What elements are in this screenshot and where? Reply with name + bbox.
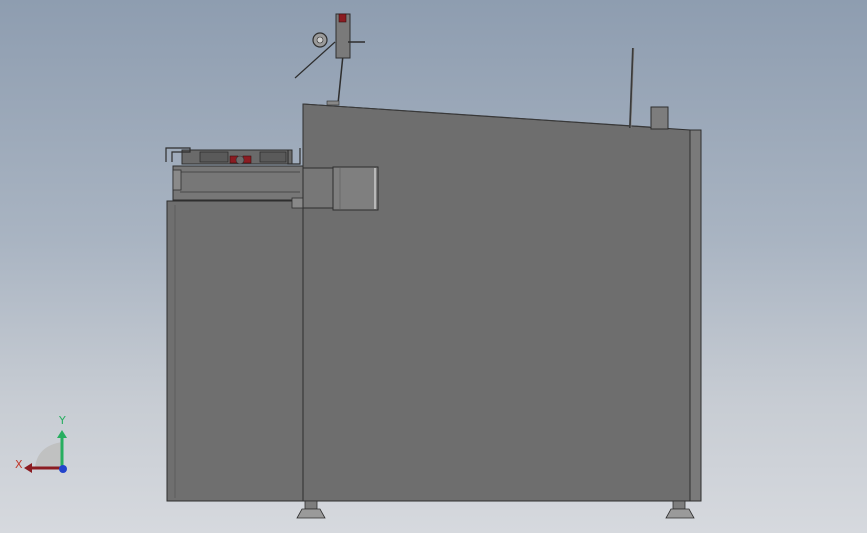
conveyor-module	[165, 147, 305, 209]
red-gauge-marker	[338, 13, 347, 23]
main-cabinet-side	[689, 129, 702, 502]
foot-left	[296, 500, 326, 519]
x-axis-label: X	[15, 458, 23, 471]
antenna-rod	[629, 47, 635, 129]
main-cabinet	[302, 103, 691, 502]
left-cabinet	[166, 200, 304, 502]
top-right-block	[650, 106, 669, 130]
triad-plane-icon	[35, 442, 62, 468]
roller-cylinder	[302, 166, 379, 211]
graphics-viewport[interactable]: Y X	[0, 0, 867, 533]
foot-right	[665, 500, 695, 519]
coordinate-triad: Y X	[10, 410, 80, 480]
cad-model[interactable]	[0, 0, 867, 533]
z-axis-dot	[59, 465, 67, 473]
sensor-gauge-assembly	[294, 13, 365, 106]
y-axis-label: Y	[59, 414, 66, 427]
